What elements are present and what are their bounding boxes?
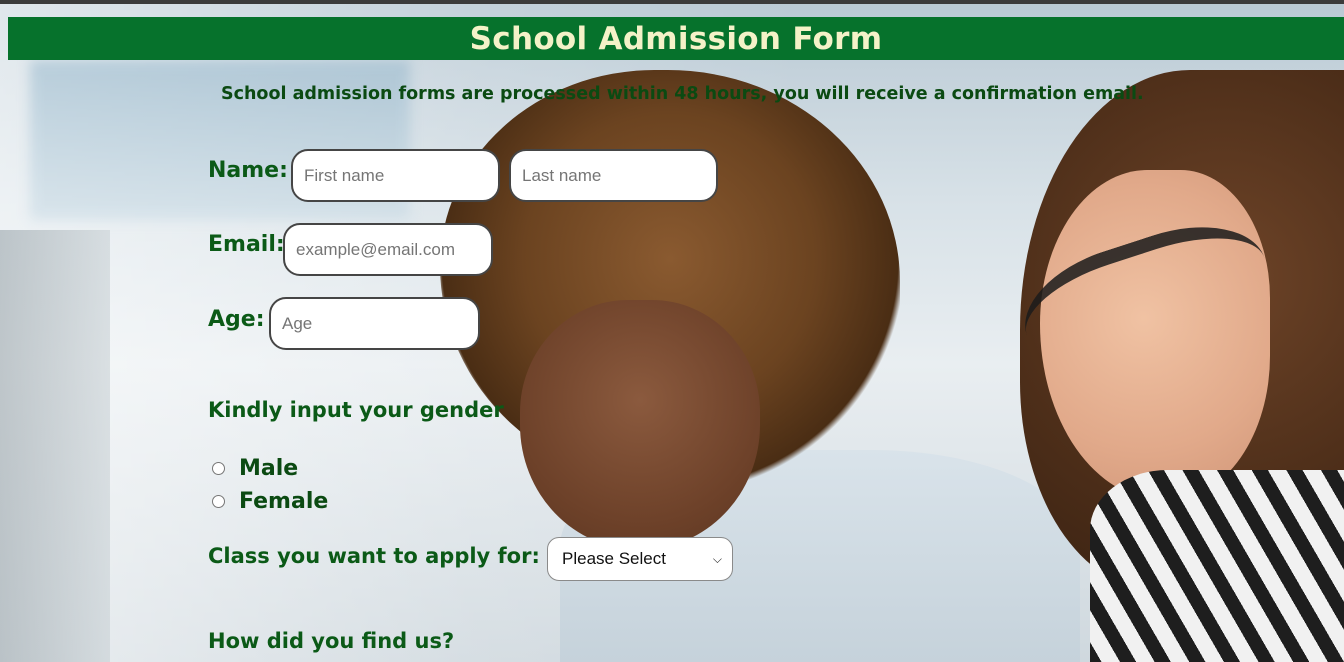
age-input[interactable]	[269, 297, 480, 350]
female-radio[interactable]	[212, 495, 225, 508]
gender-option-male[interactable]: Male	[212, 456, 298, 481]
first-name-input[interactable]	[291, 149, 500, 202]
browser-top-edge	[0, 0, 1344, 4]
find-us-label: How did you find us?	[208, 629, 455, 653]
chevron-down-icon: ⌵	[712, 551, 722, 566]
female-label: Female	[239, 489, 329, 514]
class-select[interactable]: Please Select ⌵	[547, 537, 733, 581]
page-title: School Admission Form	[469, 20, 883, 57]
email-label: Email:	[208, 232, 285, 257]
age-label: Age:	[208, 307, 265, 332]
class-label: Class you want to apply for:	[208, 544, 540, 568]
gender-prompt: Kindly input your gender	[208, 398, 504, 422]
male-label: Male	[239, 456, 299, 481]
name-label: Name:	[208, 158, 288, 183]
male-radio[interactable]	[212, 462, 225, 475]
class-select-value: Please Select	[562, 549, 666, 568]
last-name-input[interactable]	[509, 149, 718, 202]
page-header: School Admission Form	[8, 17, 1344, 60]
email-input[interactable]	[283, 223, 493, 276]
gender-option-female[interactable]: Female	[212, 489, 328, 514]
processing-notice: School admission forms are processed wit…	[221, 84, 1144, 104]
